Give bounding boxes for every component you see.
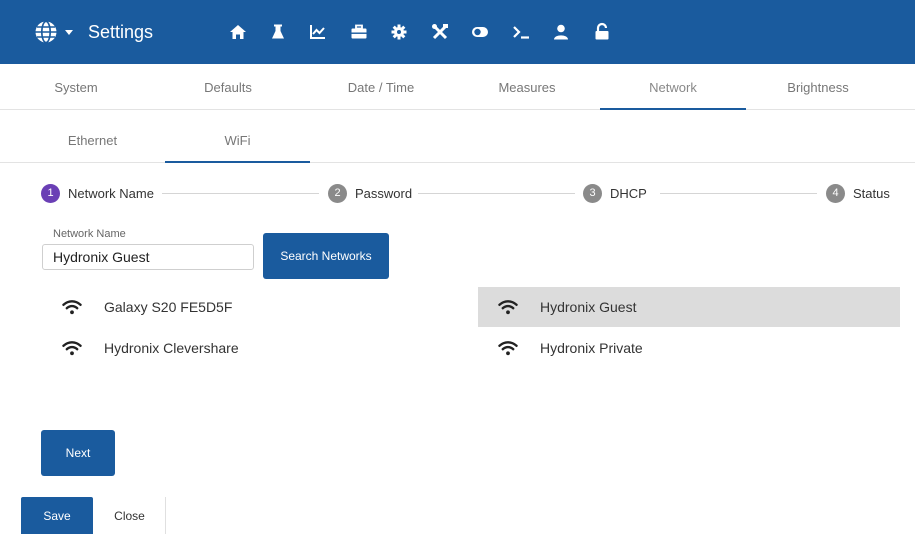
toggle-icon[interactable] (468, 20, 492, 44)
briefcase-icon[interactable] (347, 20, 371, 44)
subtab-wifi[interactable]: WiFi (165, 120, 310, 163)
network-list-item[interactable]: Hydronix Private (478, 328, 900, 368)
terminal-icon[interactable] (509, 20, 533, 44)
save-button[interactable]: Save (21, 497, 93, 534)
step-number: 3 (583, 183, 602, 203)
search-networks-button[interactable]: Search Networks (263, 233, 389, 279)
wifi-icon (62, 300, 82, 315)
step-number: 1 (41, 183, 60, 203)
step-status: 4 Status (826, 183, 890, 203)
tab-network[interactable]: Network (600, 68, 746, 110)
user-icon[interactable] (549, 20, 573, 44)
caret-down-icon[interactable] (64, 27, 74, 37)
step-label: DHCP (610, 185, 647, 201)
wifi-icon (498, 341, 518, 356)
close-button[interactable]: Close (94, 497, 166, 534)
globe-icon[interactable] (34, 20, 58, 44)
step-connector (162, 193, 319, 194)
network-name-field (42, 244, 254, 270)
step-label: Password (355, 185, 413, 201)
wifi-icon (62, 341, 82, 356)
step-connector (418, 193, 575, 194)
next-button[interactable]: Next (41, 430, 115, 476)
tab-brightness[interactable]: Brightness (742, 68, 894, 110)
wifi-icon (498, 300, 518, 315)
tab-date-time[interactable]: Date / Time (305, 68, 457, 110)
network-name: Hydronix Private (540, 340, 643, 356)
home-icon[interactable] (226, 20, 250, 44)
flask-icon[interactable] (266, 20, 290, 44)
network-list-item-selected[interactable]: Hydronix Guest (478, 287, 900, 327)
step-network-name: 1 Network Name (41, 183, 154, 203)
tab-defaults[interactable]: Defaults (152, 68, 304, 110)
step-connector (660, 193, 817, 194)
step-dhcp: 3 DHCP (583, 183, 647, 203)
network-list-item[interactable]: Galaxy S20 FE5D5F (42, 287, 442, 327)
network-name-label: Network Name (53, 228, 126, 240)
chart-icon[interactable] (306, 20, 330, 44)
step-password: 2 Password (328, 183, 412, 203)
network-name: Galaxy S20 FE5D5F (104, 299, 233, 315)
network-list-item[interactable]: Hydronix Clevershare (42, 328, 442, 368)
step-label: Network Name (68, 185, 154, 201)
step-label: Status (853, 185, 890, 201)
gear-icon[interactable] (387, 20, 411, 44)
network-subtabs: Ethernet WiFi (0, 120, 915, 163)
step-number: 4 (826, 183, 845, 203)
tab-measures[interactable]: Measures (451, 68, 603, 110)
settings-tabs: System Defaults Date / Time Measures Net… (0, 68, 915, 110)
tools-icon[interactable] (428, 20, 452, 44)
unlock-icon[interactable] (590, 20, 614, 44)
subtab-ethernet[interactable]: Ethernet (20, 120, 165, 163)
app-header: Settings (0, 0, 915, 64)
tab-system[interactable]: System (0, 68, 152, 110)
step-number: 2 (328, 183, 347, 203)
network-name: Hydronix Clevershare (104, 340, 239, 356)
network-name: Hydronix Guest (540, 299, 637, 315)
network-name-input[interactable] (43, 245, 253, 269)
page-title: Settings (88, 22, 154, 42)
